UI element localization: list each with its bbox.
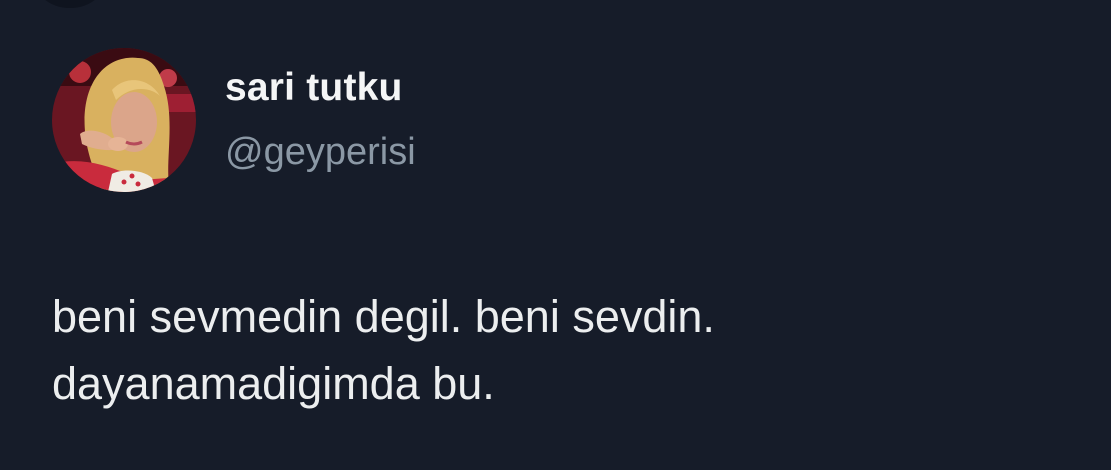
previous-avatar-edge — [38, 0, 102, 8]
profile-photo — [52, 48, 196, 192]
tweet-card: sari tutku @geyperisi beni sevmedin degi… — [0, 0, 1111, 470]
tweet-text-line: dayanamadigimda bu. — [52, 358, 495, 409]
avatar[interactable] — [52, 48, 196, 192]
tweet-text-line: beni sevmedin degil. beni sevdin. — [52, 291, 715, 342]
tweet-text: beni sevmedin degil. beni sevdin. dayana… — [52, 283, 1052, 417]
display-name[interactable]: sari tutku — [225, 66, 403, 110]
user-handle[interactable]: @geyperisi — [225, 131, 416, 174]
